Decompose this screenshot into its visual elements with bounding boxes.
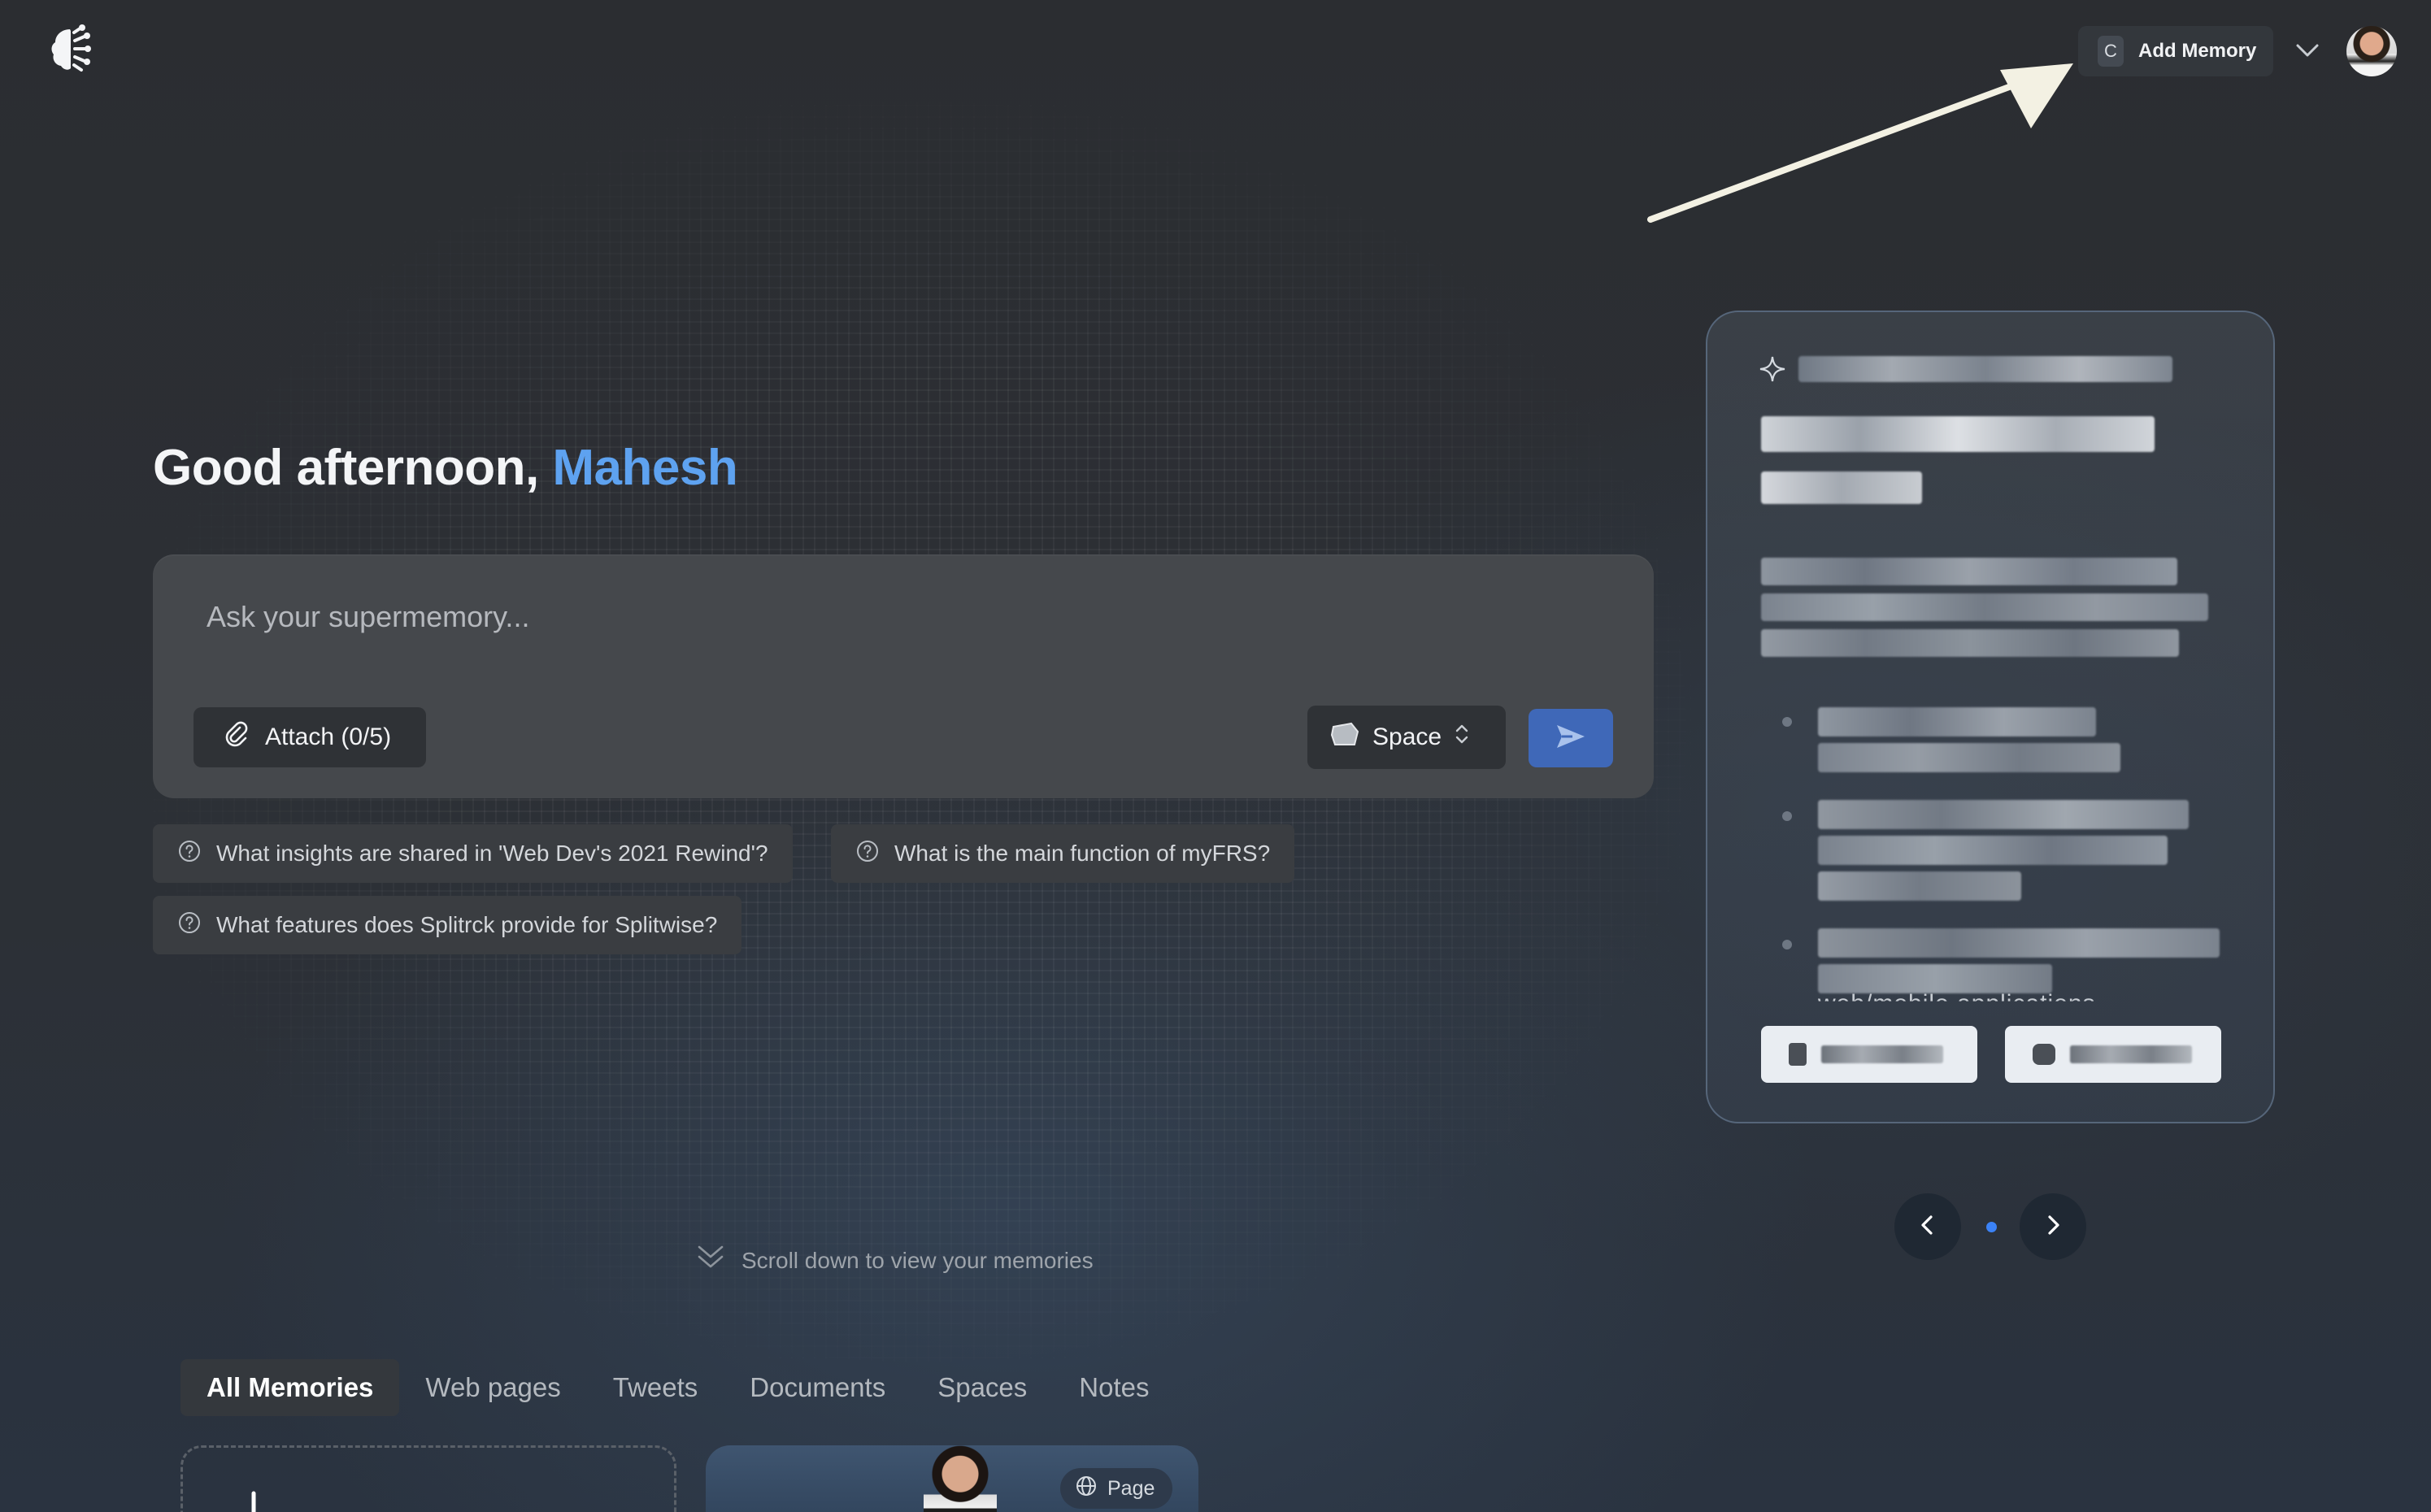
shortcut-key: C xyxy=(2098,36,2124,67)
tab-notes[interactable]: Notes xyxy=(1053,1359,1175,1416)
question-circle-icon xyxy=(177,910,202,941)
attach-label: Attach (0/5) xyxy=(265,723,392,750)
tab-web-pages[interactable]: Web pages xyxy=(399,1359,586,1416)
question-circle-icon xyxy=(177,839,202,869)
carousel-prev-button[interactable] xyxy=(1894,1193,1961,1260)
blurred-heading xyxy=(1798,356,2172,382)
carousel-dot[interactable] xyxy=(1986,1222,1997,1232)
blurred-paragraph xyxy=(1761,593,2208,621)
scroll-hint[interactable]: Scroll down to view your memories xyxy=(696,1244,1094,1277)
chevron-down-icon[interactable] xyxy=(2293,36,2322,65)
blurred-paragraph xyxy=(1761,629,2179,657)
card-source-button[interactable] xyxy=(1761,1026,1977,1083)
globe-icon xyxy=(1075,1475,1098,1503)
add-memory-card[interactable] xyxy=(180,1445,676,1512)
space-icon xyxy=(1329,720,1361,754)
blurred-label xyxy=(2070,1045,2192,1063)
paperclip-icon xyxy=(223,720,250,754)
list-bullet xyxy=(1782,811,1792,821)
suggestion-chip[interactable]: What features does Splitrck provide for … xyxy=(153,896,742,954)
memory-card[interactable]: Page xyxy=(706,1445,1198,1512)
memory-thumbnail xyxy=(924,1445,997,1512)
suggestion-chip[interactable]: What is the main function of myFRS? xyxy=(831,824,1295,883)
tab-tweets[interactable]: Tweets xyxy=(587,1359,724,1416)
chevron-left-icon xyxy=(1916,1214,1939,1240)
brain-logo-icon[interactable] xyxy=(49,24,91,73)
card-space-button[interactable] xyxy=(2005,1026,2221,1083)
suggestion-text: What features does Splitrck provide for … xyxy=(216,912,718,937)
chat-box: Attach (0/5) Space xyxy=(153,554,1654,798)
blurred-list-item xyxy=(1818,836,2168,865)
memory-type-badge: Page xyxy=(1060,1468,1173,1509)
suggestion-text: What is the main function of myFRS? xyxy=(894,841,1271,866)
blurred-list-item xyxy=(1818,707,2096,736)
chevron-up-down-icon xyxy=(1453,722,1471,753)
space-label: Space xyxy=(1372,723,1442,750)
blurred-title xyxy=(1761,416,2155,452)
plus-icon xyxy=(225,1490,274,1512)
user-name: Mahesh xyxy=(552,440,738,496)
suggestion-chip[interactable]: What insights are shared in 'Web Dev's 2… xyxy=(153,824,793,883)
double-chevron-down-icon xyxy=(696,1244,725,1277)
space-icon xyxy=(2033,1044,2055,1065)
chat-input[interactable] xyxy=(207,597,1426,637)
blurred-list-item xyxy=(1818,871,2021,901)
memory-tabs: All Memories Web pages Tweets Documents … xyxy=(180,1359,1176,1416)
list-bullet xyxy=(1782,717,1792,727)
avatar[interactable] xyxy=(2346,26,2397,76)
send-icon xyxy=(1555,723,1587,754)
cutoff-text: web/mobile applications xyxy=(1818,990,2096,1017)
carousel-next-button[interactable] xyxy=(2020,1193,2086,1260)
suggestion-text: What insights are shared in 'Web Dev's 2… xyxy=(216,841,768,866)
memory-type-label: Page xyxy=(1107,1476,1155,1500)
add-memory-button[interactable]: C Add Memory xyxy=(2078,26,2273,76)
blurred-list-item xyxy=(1818,964,2052,993)
blurred-list-item xyxy=(1818,743,2120,772)
question-circle-icon xyxy=(855,839,880,869)
add-memory-label: Add Memory xyxy=(2138,40,2257,62)
blurred-label xyxy=(1821,1045,1943,1063)
blurred-list-item xyxy=(1818,928,2220,958)
carousel-controls xyxy=(1894,1193,2090,1260)
send-button[interactable] xyxy=(1529,709,1613,767)
tab-spaces[interactable]: Spaces xyxy=(911,1359,1053,1416)
space-selector[interactable]: Space xyxy=(1307,706,1506,769)
memory-insight-card: web/mobile applications xyxy=(1706,311,2275,1123)
sparkle-icon xyxy=(1758,354,1787,384)
blurred-list-item xyxy=(1818,800,2189,829)
chevron-right-icon xyxy=(2042,1214,2064,1240)
attach-button[interactable]: Attach (0/5) xyxy=(194,707,426,767)
scroll-hint-text: Scroll down to view your memories xyxy=(741,1247,1094,1273)
tab-documents[interactable]: Documents xyxy=(724,1359,911,1416)
list-bullet xyxy=(1782,940,1792,949)
tab-all-memories[interactable]: All Memories xyxy=(180,1359,400,1416)
greeting-heading: Good afternoon, Mahesh xyxy=(153,439,738,497)
greeting-prefix: Good afternoon, xyxy=(153,440,553,496)
annotation-arrow xyxy=(1647,63,2073,223)
blurred-title xyxy=(1761,471,1922,504)
book-icon xyxy=(1789,1043,1807,1066)
blurred-paragraph xyxy=(1761,558,2177,585)
